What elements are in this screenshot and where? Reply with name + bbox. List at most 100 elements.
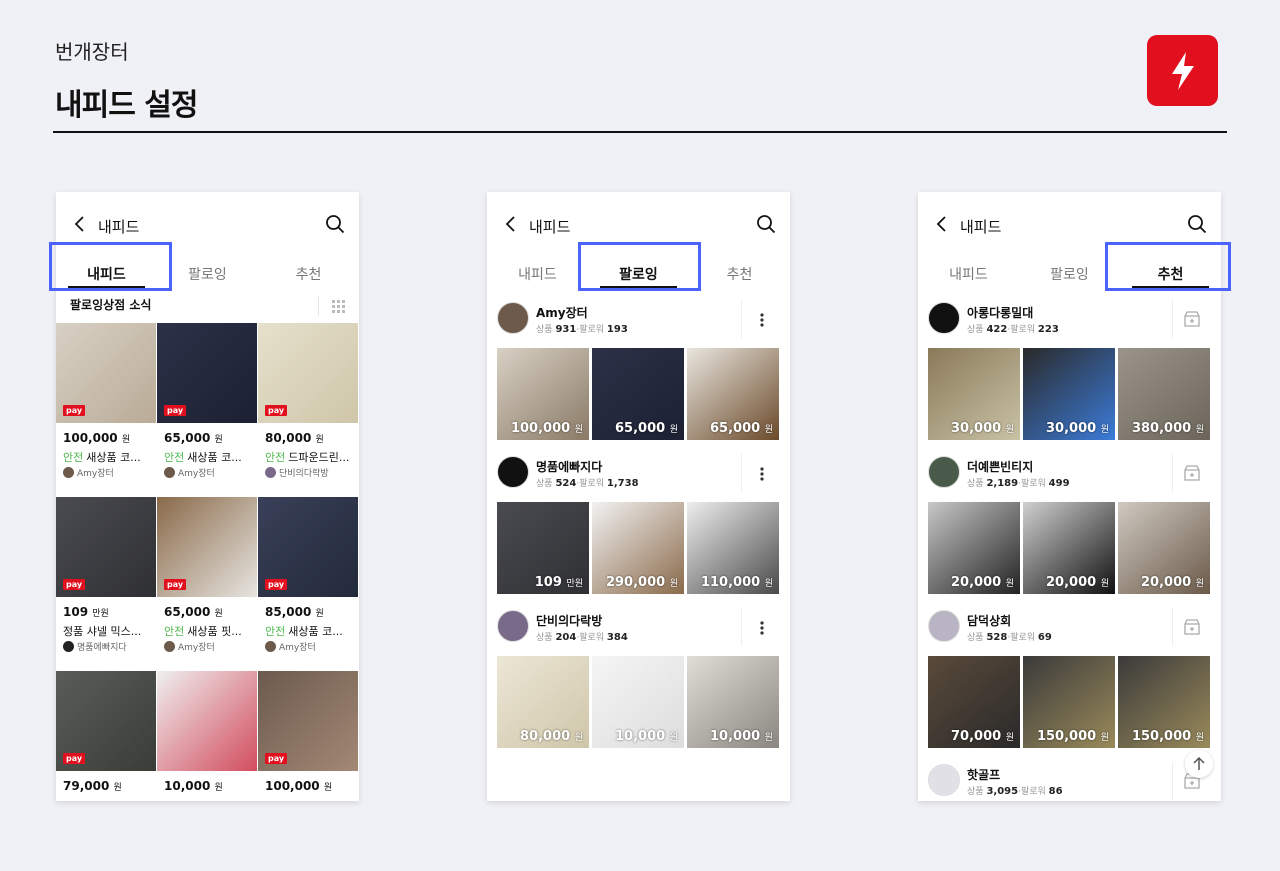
price-unit: 원: [764, 425, 773, 435]
tab-recommend[interactable]: 추천: [689, 252, 790, 296]
store-product-thumb[interactable]: 20,000 원: [1023, 502, 1115, 594]
product-card[interactable]: pay 65,000 원 안전 새상품 핏... Amy장터: [157, 497, 257, 671]
product-card[interactable]: pay 100,000 원 안전 새상품 코... Amy장터: [56, 323, 156, 497]
store-name[interactable]: 아롱다롱밀대: [967, 304, 1033, 321]
seller-avatar: [164, 641, 175, 652]
store-product-thumb[interactable]: 109 만원: [497, 502, 589, 594]
thumb-price: 150,000 원: [1037, 729, 1109, 744]
store-product-thumb[interactable]: 290,000 원: [592, 502, 684, 594]
price-value: 110,000: [700, 575, 761, 590]
search-icon[interactable]: [756, 214, 776, 238]
store-product-thumb[interactable]: 30,000 원: [928, 348, 1020, 440]
store-stats: 상품 528·팔로워 69: [967, 632, 1052, 643]
store-product-thumb[interactable]: 110,000 원: [687, 502, 779, 594]
price-value: 20,000: [1046, 575, 1097, 590]
seller-avatar: [63, 467, 74, 478]
product-card[interactable]: pay 100,000 원: [258, 671, 358, 801]
store-name[interactable]: 단비의다락방: [536, 612, 602, 629]
scroll-top-button[interactable]: [1185, 750, 1213, 778]
seller-avatar: [265, 641, 276, 652]
back-icon[interactable]: [505, 216, 517, 236]
store-avatar[interactable]: [497, 456, 529, 488]
feed-subheader: 팔로잉상점 소식: [56, 296, 359, 320]
store-name[interactable]: 명품에빠지다: [536, 458, 602, 475]
store-avatar[interactable]: [928, 764, 960, 796]
more-icon[interactable]: [760, 312, 764, 331]
store-avatar[interactable]: [497, 610, 529, 642]
seller-info[interactable]: Amy장터: [164, 640, 215, 653]
divider: [318, 296, 319, 316]
seller-name: 단비의다락방: [279, 469, 329, 479]
followers-label: 팔로워: [1010, 325, 1036, 335]
product-card[interactable]: pay 85,000 원 안전 새상품 코... Amy장터: [258, 497, 358, 671]
price-value: 100,000: [510, 421, 571, 436]
store-name[interactable]: Amy장터: [536, 304, 588, 321]
store-product-thumb[interactable]: 65,000 원: [592, 348, 684, 440]
tab-myfeed[interactable]: 내피드: [487, 252, 588, 296]
thumb-price: 65,000 원: [710, 421, 773, 436]
seller-info[interactable]: Amy장터: [63, 466, 114, 479]
store-product-thumb[interactable]: 100,000 원: [497, 348, 589, 440]
store-product-thumb[interactable]: 10,000 원: [592, 656, 684, 748]
product-price: 100,000 원: [63, 431, 130, 445]
store-name[interactable]: 핫골프: [967, 766, 1000, 783]
section-title: 팔로잉상점 소식: [70, 298, 152, 312]
store-name[interactable]: 담덕상회: [967, 612, 1011, 629]
product-price: 80,000 원: [265, 431, 324, 445]
product-image[interactable]: [157, 671, 257, 771]
tab-following[interactable]: 팔로잉: [157, 252, 258, 296]
product-card[interactable]: pay 65,000 원 안전 새상품 코... Amy장터: [157, 323, 257, 497]
back-icon[interactable]: [936, 216, 948, 236]
followers-count: 499: [1048, 478, 1070, 489]
tab-recommend[interactable]: 추천: [258, 252, 359, 296]
products-count: 3,095: [986, 786, 1019, 797]
product-card[interactable]: pay 109 만원 정품 샤넬 믹스... 명품에빠지다: [56, 497, 156, 671]
search-icon[interactable]: [325, 214, 345, 238]
store-block: Amy장터 상품 931·팔로워 193 100,000 원 65,000 원 65,0…: [487, 296, 790, 450]
store-product-thumb[interactable]: 70,000 원: [928, 656, 1020, 748]
store-follow-icon[interactable]: [1183, 618, 1201, 640]
seller-info[interactable]: Amy장터: [265, 640, 316, 653]
price-unit: 원: [315, 609, 324, 619]
store-avatar[interactable]: [928, 302, 960, 334]
store-name[interactable]: 더예쁜빈티지: [967, 458, 1033, 475]
grid-view-icon[interactable]: [332, 298, 345, 317]
store-product-thumb[interactable]: 65,000 원: [687, 348, 779, 440]
store-avatar[interactable]: [928, 610, 960, 642]
products-count: 931: [555, 324, 577, 335]
product-card[interactable]: 10,000 원: [157, 671, 257, 801]
seller-info[interactable]: 단비의다락방: [265, 466, 329, 479]
more-icon[interactable]: [760, 620, 764, 639]
store-stats: 상품 524·팔로워 1,738: [536, 478, 639, 489]
price-unit: 원: [323, 783, 333, 793]
search-icon[interactable]: [1187, 214, 1207, 238]
more-icon[interactable]: [760, 466, 764, 485]
seller-info[interactable]: 명품에빠지다: [63, 640, 127, 653]
price-value: 150,000: [1131, 729, 1192, 744]
store-product-thumb[interactable]: 30,000 원: [1023, 348, 1115, 440]
product-card[interactable]: pay 80,000 원 안전 드파운드린... 단비의다락방: [258, 323, 358, 497]
store-product-thumb[interactable]: 150,000 원: [1118, 656, 1210, 748]
store-product-thumb[interactable]: 20,000 원: [928, 502, 1020, 594]
store-product-thumb[interactable]: 80,000 원: [497, 656, 589, 748]
store-product-thumb[interactable]: 10,000 원: [687, 656, 779, 748]
seller-info[interactable]: Amy장터: [164, 466, 215, 479]
store-avatar[interactable]: [497, 302, 529, 334]
product-card[interactable]: pay 79,000 원: [56, 671, 156, 801]
store-follow-icon[interactable]: [1183, 464, 1201, 486]
seller-name: 명품에빠지다: [77, 643, 127, 653]
store-product-thumb[interactable]: 380,000 원: [1118, 348, 1210, 440]
price-unit: 원: [574, 425, 583, 435]
divider: [1172, 762, 1173, 800]
store-product-thumb[interactable]: 20,000 원: [1118, 502, 1210, 594]
back-icon[interactable]: [74, 216, 86, 236]
seller-name: Amy장터: [178, 469, 215, 479]
store-avatar[interactable]: [928, 456, 960, 488]
price-unit: 원: [1005, 579, 1014, 589]
price-value: 109: [63, 605, 89, 619]
store-follow-icon[interactable]: [1183, 310, 1201, 332]
tab-myfeed[interactable]: 내피드: [918, 252, 1019, 296]
store-product-thumb[interactable]: 150,000 원: [1023, 656, 1115, 748]
price-unit: 원: [574, 733, 583, 743]
price-unit: 원: [669, 579, 678, 589]
